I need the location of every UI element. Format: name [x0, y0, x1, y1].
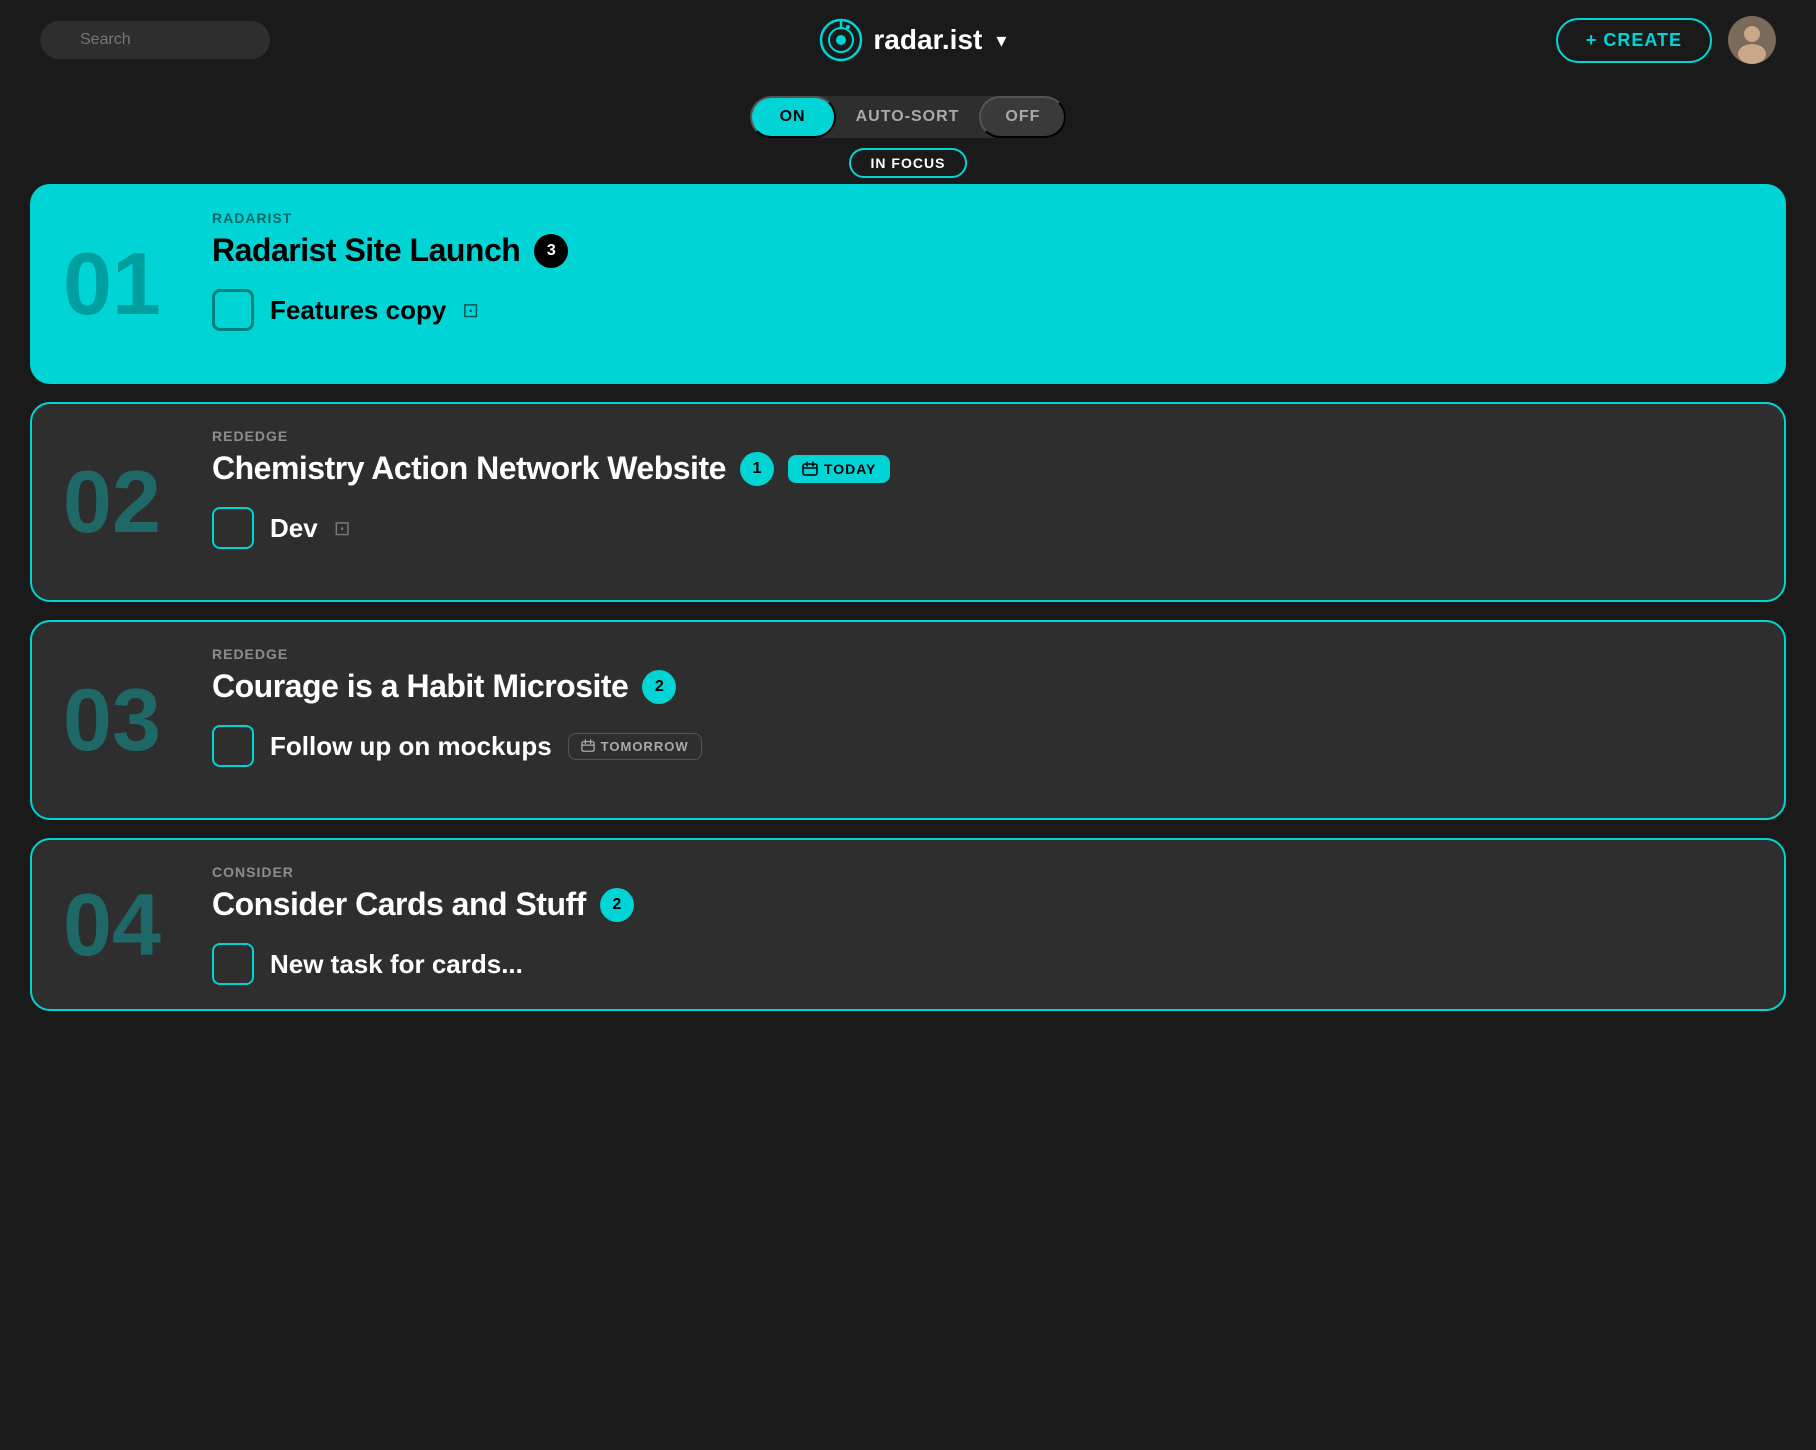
calendar-icon-02: [802, 461, 818, 477]
task-due-today-02: TODAY: [788, 455, 890, 483]
task-number-01: 01: [63, 240, 161, 328]
task-content-03: REDEDGE Courage is a Habit Microsite 2 F…: [192, 622, 1784, 818]
task-number-02: 02: [63, 458, 161, 546]
task-number-section-04: 04: [32, 840, 192, 1009]
task-count-badge-04: 2: [600, 888, 634, 922]
task-project-01: RADARIST: [212, 210, 1754, 226]
header-right: + CREATE: [1556, 16, 1776, 64]
autosort-toggle: ON AUTO-SORT OFF: [750, 96, 1067, 138]
create-button[interactable]: + CREATE: [1556, 18, 1712, 63]
autosort-label: AUTO-SORT: [836, 98, 980, 136]
task-title-02: Chemistry Action Network Website: [212, 450, 726, 487]
task-title-row-03: Courage is a Habit Microsite 2: [212, 668, 1754, 705]
tomorrow-label: TOMORROW: [601, 739, 689, 754]
task-number-section-02: 02: [32, 404, 192, 600]
task-content-04: CONSIDER Consider Cards and Stuff 2 New …: [192, 840, 1784, 1009]
logo-icon: [819, 18, 863, 62]
task-item-name-02: Dev: [270, 513, 318, 544]
note-icon-02: ⊡: [334, 516, 351, 541]
task-number-04: 04: [63, 881, 161, 969]
task-project-03: REDEDGE: [212, 646, 1754, 662]
task-due-tomorrow-03: TOMORROW: [568, 733, 702, 760]
task-project-04: CONSIDER: [212, 864, 1754, 880]
task-checkbox-01[interactable]: [212, 289, 254, 331]
logo-text: radar.ist: [873, 24, 982, 56]
task-number-section-01: 01: [32, 186, 192, 382]
task-card-02: 02 REDEDGE Chemistry Action Network Webs…: [30, 402, 1786, 602]
logo-area[interactable]: radar.ist ▾: [819, 18, 1006, 62]
toggle-off-button[interactable]: OFF: [979, 96, 1066, 138]
task-count-badge-02: 1: [740, 452, 774, 486]
section-label: IN FOCUS: [849, 148, 968, 178]
today-label: TODAY: [824, 461, 876, 477]
avatar[interactable]: [1728, 16, 1776, 64]
task-number-section-03: 03: [32, 622, 192, 818]
task-card-04: 04 CONSIDER Consider Cards and Stuff 2 N…: [30, 838, 1786, 1011]
task-content-01: RADARIST Radarist Site Launch 3 Features…: [192, 186, 1784, 382]
task-title-row-04: Consider Cards and Stuff 2: [212, 886, 1754, 923]
tasks-container: 01 RADARIST Radarist Site Launch 3 Featu…: [0, 184, 1816, 1011]
avatar-image: [1728, 16, 1776, 64]
task-count-badge-03: 2: [642, 670, 676, 704]
task-title-03: Courage is a Habit Microsite: [212, 668, 628, 705]
calendar-icon-03: [581, 739, 595, 753]
task-item-row-04: New task for cards...: [212, 943, 1754, 985]
task-checkbox-03[interactable]: [212, 725, 254, 767]
note-icon-01: ⊡: [462, 298, 479, 323]
task-checkbox-02[interactable]: [212, 507, 254, 549]
task-item-row-03: Follow up on mockups TOMORROW: [212, 725, 1754, 767]
autosort-container: ON AUTO-SORT OFF: [0, 80, 1816, 148]
task-item-name-04: New task for cards...: [270, 949, 523, 980]
task-card-03: 03 REDEDGE Courage is a Habit Microsite …: [30, 620, 1786, 820]
task-item-row-02: Dev ⊡: [212, 507, 1754, 549]
header: radar.ist ▾ + CREATE: [0, 0, 1816, 80]
task-title-04: Consider Cards and Stuff: [212, 886, 586, 923]
section-label-container: IN FOCUS: [0, 148, 1816, 178]
toggle-on-button[interactable]: ON: [750, 96, 836, 138]
task-count-badge-01: 3: [534, 234, 568, 268]
task-project-02: REDEDGE: [212, 428, 1754, 444]
create-button-label: + CREATE: [1586, 30, 1682, 51]
task-item-row-01: Features copy ⊡: [212, 289, 1754, 331]
task-title-row-01: Radarist Site Launch 3: [212, 232, 1754, 269]
logo-chevron-icon: ▾: [996, 28, 1006, 53]
search-input[interactable]: [40, 21, 270, 59]
task-title-row-02: Chemistry Action Network Website 1 TODAY: [212, 450, 1754, 487]
task-title-01: Radarist Site Launch: [212, 232, 520, 269]
task-content-02: REDEDGE Chemistry Action Network Website…: [192, 404, 1784, 600]
task-checkbox-04[interactable]: [212, 943, 254, 985]
task-item-name-03: Follow up on mockups: [270, 731, 552, 762]
task-item-name-01: Features copy: [270, 295, 446, 326]
search-wrapper: [40, 21, 270, 59]
task-number-03: 03: [63, 676, 161, 764]
task-card-01: 01 RADARIST Radarist Site Launch 3 Featu…: [30, 184, 1786, 384]
